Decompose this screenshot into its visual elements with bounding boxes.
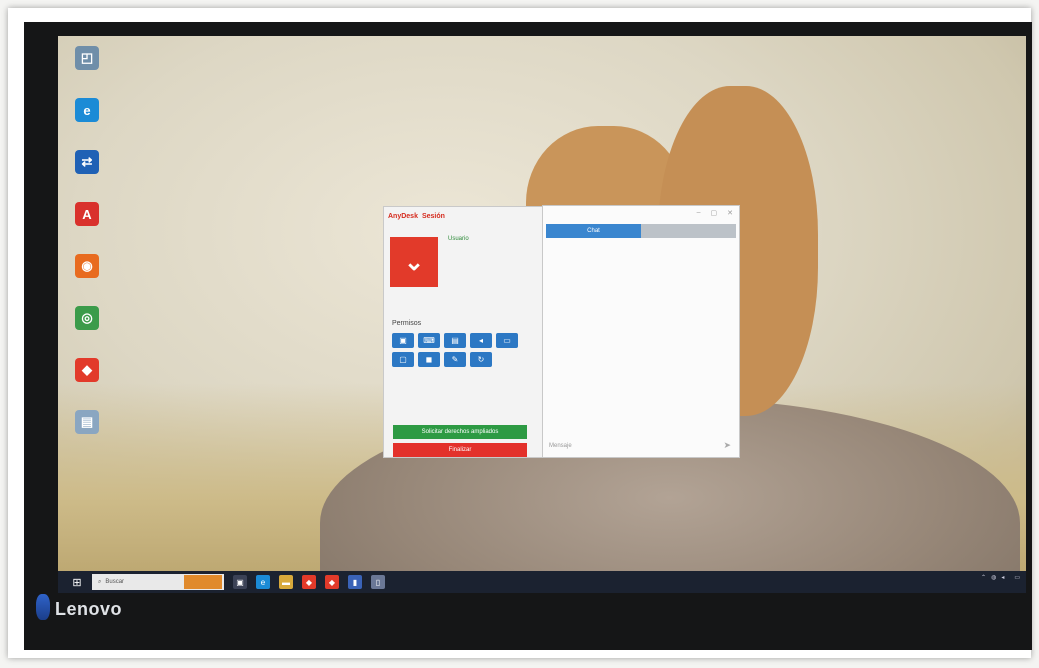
edge-taskbar-icon[interactable]: e bbox=[256, 575, 270, 589]
sound-icon[interactable]: ◂ bbox=[470, 333, 492, 348]
network-icon[interactable]: ◍ bbox=[991, 574, 996, 581]
this-pc-icon: ◰ bbox=[75, 46, 99, 70]
windows-start-icon[interactable]: ⊞ bbox=[70, 575, 84, 589]
edge-icon: e bbox=[75, 98, 99, 122]
file-transfer-icon[interactable]: ▢ bbox=[392, 352, 414, 367]
desktop-shortcut[interactable]: e bbox=[64, 98, 110, 150]
close-icon[interactable]: ✕ bbox=[727, 209, 733, 217]
desktop-shortcut[interactable]: ▤ bbox=[64, 410, 110, 462]
anydesk-titlebar: AnyDesk Sesión bbox=[384, 207, 542, 225]
anydesk-taskbar-icon-2[interactable]: ◆ bbox=[325, 575, 339, 589]
system-tray: ⌃ ◍ ◂ ▭ bbox=[981, 574, 1020, 581]
desktop-shortcut[interactable]: ◎ bbox=[64, 306, 110, 358]
anydesk-icon: ◆ bbox=[75, 358, 99, 382]
desktop-shortcut[interactable]: ⇄ bbox=[64, 150, 110, 202]
request-elevation-button[interactable]: Solicitar derechos ampliados bbox=[393, 425, 527, 439]
explorer-taskbar-icon[interactable]: ▬ bbox=[279, 575, 293, 589]
anydesk-window[interactable]: AnyDesk Sesión ⌄ Usuario Permisos ▣ ⌨ ▤ ◂ ▭ ▢… bbox=[383, 206, 543, 458]
task-view-icon[interactable]: ▣ bbox=[233, 575, 247, 589]
search-box[interactable]: ⌕ Buscar bbox=[92, 574, 224, 590]
taskbar-pinned-apps: ▣ e ▬ ◆ ◆ ▮ ▯ bbox=[224, 575, 385, 589]
notifications-icon[interactable]: ▭ bbox=[1014, 574, 1020, 581]
volume-icon[interactable]: ◂ bbox=[1001, 574, 1004, 581]
lenovo-logo-icon bbox=[36, 594, 50, 620]
permissions-title: Permisos bbox=[392, 320, 422, 327]
app-taskbar-icon[interactable]: ▮ bbox=[348, 575, 362, 589]
anydesk-avatar-icon: ⌄ bbox=[390, 237, 438, 287]
keyboard-icon[interactable]: ⌨ bbox=[418, 333, 440, 348]
desktop-screen: ◰ e ⇄ A ◉ ◎ ◆ ▤ AnyDesk Sesión ⌄ Usuario Permis… bbox=[58, 36, 1026, 593]
minimize-icon[interactable]: – bbox=[697, 209, 701, 217]
file-icon: ▤ bbox=[75, 410, 99, 434]
app-taskbar-icon-2[interactable]: ▯ bbox=[371, 575, 385, 589]
lock-icon[interactable]: ◼ bbox=[418, 352, 440, 367]
chrome-icon: ◎ bbox=[75, 306, 99, 330]
chat-tabs: Chat bbox=[546, 224, 736, 238]
clipboard-icon[interactable]: ▤ bbox=[444, 333, 466, 348]
firefox-icon: ◉ bbox=[75, 254, 99, 278]
acrobat-icon: A bbox=[75, 202, 99, 226]
send-icon[interactable]: ➤ bbox=[723, 440, 731, 451]
search-placeholder: Buscar bbox=[105, 579, 125, 585]
tray-chevron-icon[interactable]: ⌃ bbox=[981, 574, 986, 581]
end-session-button[interactable]: Finalizar bbox=[393, 443, 527, 457]
desktop-shortcut[interactable]: A bbox=[64, 202, 110, 254]
session-tab[interactable]: Sesión bbox=[422, 213, 445, 220]
tab-file-transfer[interactable] bbox=[641, 224, 736, 238]
monitor-brand: Lenovo bbox=[55, 599, 123, 619]
draw-icon[interactable]: ✎ bbox=[444, 352, 466, 367]
desktop-shortcut[interactable]: ◰ bbox=[64, 46, 110, 98]
remote-user-name: Usuario bbox=[448, 236, 469, 242]
chat-window[interactable]: – ▢ ✕ Chat Mensaje ➤ bbox=[542, 205, 740, 458]
taskbar: ⊞ ⌕ Buscar ▣ e ▬ ◆ ◆ ▮ ▯ ⌃ ◍ ◂ ▭ bbox=[58, 571, 1026, 593]
monitor: ◰ e ⇄ A ◉ ◎ ◆ ▤ AnyDesk Sesión ⌄ Usuario Permis… bbox=[24, 22, 1032, 650]
desktop-shortcut[interactable]: ◆ bbox=[64, 358, 110, 410]
desktop-shortcut[interactable]: ◉ bbox=[64, 254, 110, 306]
monitor-icon[interactable]: ▣ bbox=[392, 333, 414, 348]
teamviewer-icon: ⇄ bbox=[75, 150, 99, 174]
anydesk-taskbar-icon[interactable]: ◆ bbox=[302, 575, 316, 589]
search-icon: ⌕ bbox=[98, 578, 102, 585]
permissions-grid: ▣ ⌨ ▤ ◂ ▭ ▢ ◼ ✎ ↻ bbox=[392, 333, 532, 367]
chat-icon[interactable]: ▭ bbox=[496, 333, 518, 348]
search-highlight-image bbox=[184, 575, 222, 589]
message-input[interactable]: Mensaje bbox=[549, 443, 572, 449]
restart-icon[interactable]: ↻ bbox=[470, 352, 492, 367]
tab-chat[interactable]: Chat bbox=[546, 224, 641, 238]
window-controls: – ▢ ✕ bbox=[697, 209, 733, 217]
desktop-icons: ◰ e ⇄ A ◉ ◎ ◆ ▤ bbox=[64, 46, 110, 462]
anydesk-app-tab[interactable]: AnyDesk bbox=[388, 213, 418, 220]
maximize-icon[interactable]: ▢ bbox=[711, 209, 718, 217]
